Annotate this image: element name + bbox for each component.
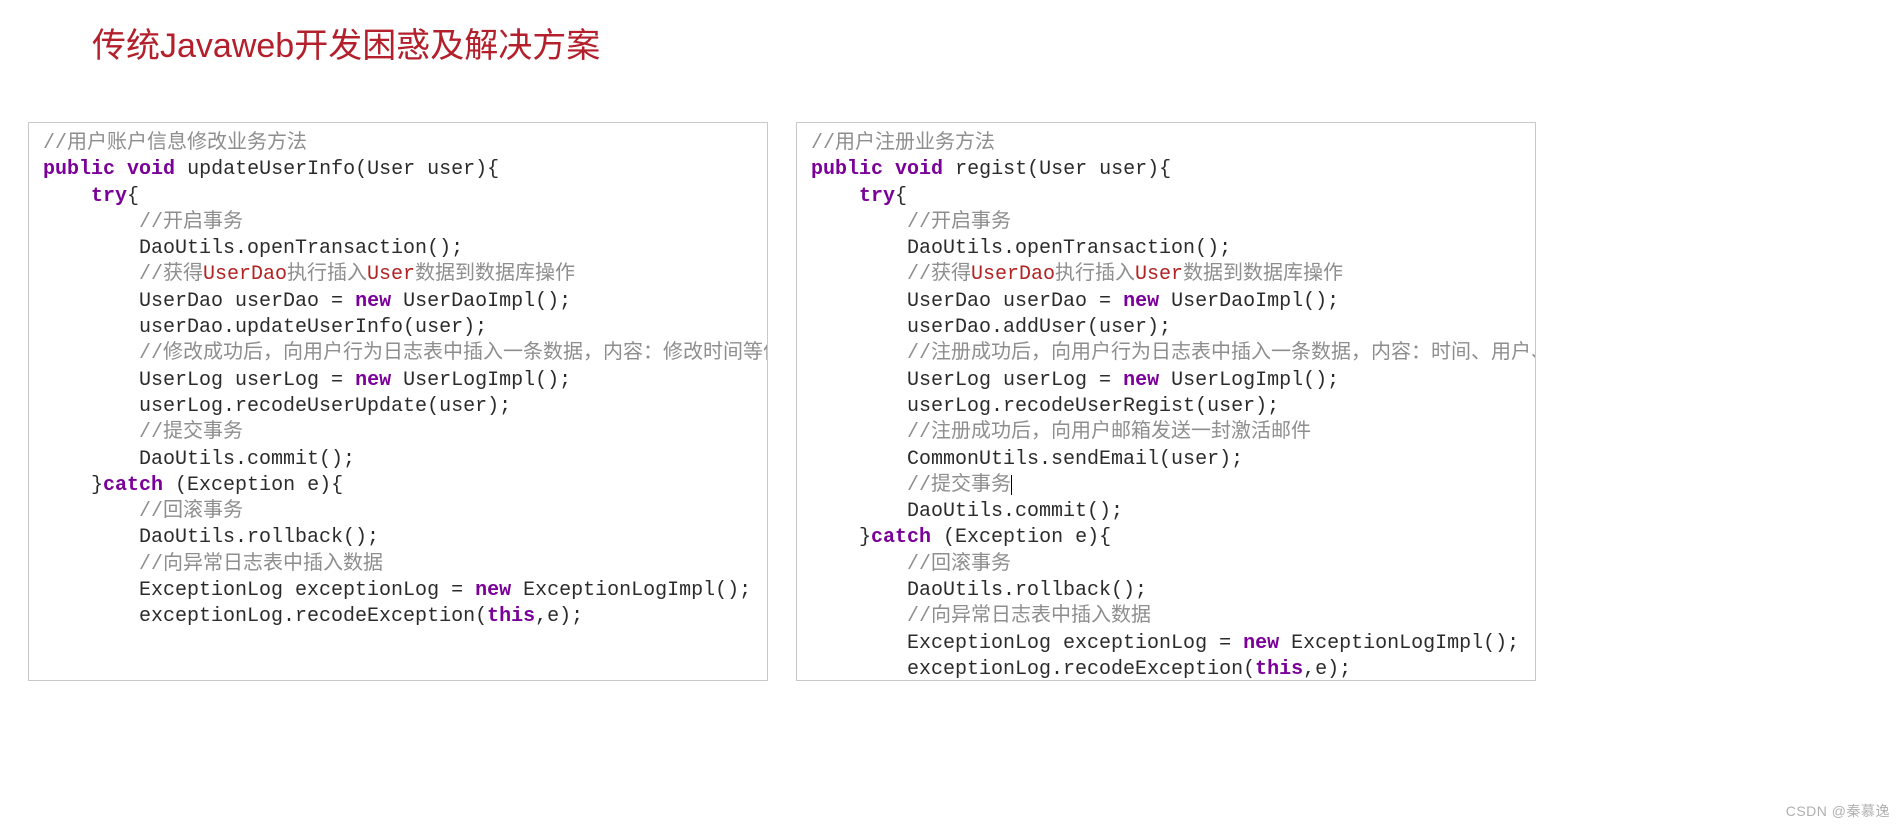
code-line: UserLog userLog =: [907, 369, 1123, 392]
keyword-public: public: [43, 158, 115, 181]
code-line: UserDaoImpl();: [1159, 290, 1339, 313]
code-line: UserLogImpl();: [391, 369, 571, 392]
comment: //注册成功后，向用户行为日志表中插入一条数据，内容：时间、用户、注册行为: [907, 342, 1536, 365]
text-cursor: [1011, 475, 1012, 495]
catch-signature: (Exception e){: [163, 474, 343, 497]
code-line: exceptionLog.recodeException(: [139, 605, 487, 628]
code-line: UserLog userLog =: [139, 369, 355, 392]
code-line: userLog.recodeUserUpdate(user);: [139, 395, 511, 418]
code-panels: //用户账户信息修改业务方法 public void updateUserInf…: [0, 122, 1900, 681]
code-line: exceptionLog.recodeException(: [907, 658, 1255, 681]
code-line: ExceptionLog exceptionLog =: [907, 632, 1243, 655]
code-block-right: //用户注册业务方法 public void regist(User user)…: [811, 131, 1521, 681]
comment: //提交事务: [907, 474, 1011, 497]
code-line: DaoUtils.openTransaction();: [139, 237, 463, 260]
keyword-new: new: [1243, 632, 1279, 655]
comment: //用户注册业务方法: [811, 132, 995, 155]
method-signature: regist(User user){: [955, 158, 1171, 181]
comment: //开启事务: [907, 211, 1011, 234]
comment: //向异常日志表中插入数据: [139, 553, 383, 576]
comment: //获得UserDao执行插入User数据到数据库操作: [139, 263, 575, 286]
code-line: DaoUtils.commit();: [139, 448, 355, 471]
keyword-try: try: [91, 185, 127, 208]
comment: //修改成功后，向用户行为日志表中插入一条数据，内容：修改时间等信息: [139, 342, 768, 365]
code-line: userLog.recodeUserRegist(user);: [907, 395, 1279, 418]
code-line: ExceptionLogImpl();: [511, 579, 751, 602]
code-line: DaoUtils.rollback();: [907, 579, 1147, 602]
keyword-new: new: [475, 579, 511, 602]
code-line: ExceptionLog exceptionLog =: [139, 579, 475, 602]
comment: //获得UserDao执行插入User数据到数据库操作: [907, 263, 1343, 286]
code-panel-right: //用户注册业务方法 public void regist(User user)…: [796, 122, 1536, 681]
keyword-new: new: [1123, 290, 1159, 313]
comment: //向异常日志表中插入数据: [907, 605, 1151, 628]
page-title: 传统Javaweb开发困惑及解决方案: [92, 18, 1900, 67]
comment: //用户账户信息修改业务方法: [43, 132, 307, 155]
comment: //提交事务: [139, 421, 243, 444]
method-signature: updateUserInfo(User user){: [187, 158, 499, 181]
code-line: UserDao userDao =: [139, 290, 355, 313]
code-line: UserDaoImpl();: [391, 290, 571, 313]
keyword-try: try: [859, 185, 895, 208]
code-line: DaoUtils.commit();: [907, 500, 1123, 523]
code-line: ,e);: [1303, 658, 1351, 681]
comment: //回滚事务: [907, 553, 1011, 576]
comment: //注册成功后，向用户邮箱发送一封激活邮件: [907, 421, 1311, 444]
keyword-new: new: [355, 290, 391, 313]
code-block-left: //用户账户信息修改业务方法 public void updateUserInf…: [43, 131, 753, 631]
comment: //回滚事务: [139, 500, 243, 523]
catch-signature: (Exception e){: [931, 526, 1111, 549]
keyword-public: public: [811, 158, 883, 181]
keyword-new: new: [355, 369, 391, 392]
code-line: userDao.addUser(user);: [907, 316, 1171, 339]
code-line: UserLogImpl();: [1159, 369, 1339, 392]
code-line: ExceptionLogImpl();: [1279, 632, 1519, 655]
keyword-new: new: [1123, 369, 1159, 392]
brace-close: }: [859, 526, 871, 549]
code-line: ,e);: [535, 605, 583, 628]
keyword-void: void: [895, 158, 943, 181]
keyword-this: this: [487, 605, 535, 628]
keyword-catch: catch: [871, 526, 931, 549]
code-line: UserDao userDao =: [907, 290, 1123, 313]
keyword-this: this: [1255, 658, 1303, 681]
watermark: CSDN @秦慕逸: [1786, 801, 1890, 821]
code-line: DaoUtils.rollback();: [139, 526, 379, 549]
brace-close: }: [91, 474, 103, 497]
keyword-catch: catch: [103, 474, 163, 497]
code-line: userDao.updateUserInfo(user);: [139, 316, 487, 339]
keyword-void: void: [127, 158, 175, 181]
code-line: DaoUtils.openTransaction();: [907, 237, 1231, 260]
code-panel-left: //用户账户信息修改业务方法 public void updateUserInf…: [28, 122, 768, 681]
comment: //开启事务: [139, 211, 243, 234]
code-line: CommonUtils.sendEmail(user);: [907, 448, 1243, 471]
